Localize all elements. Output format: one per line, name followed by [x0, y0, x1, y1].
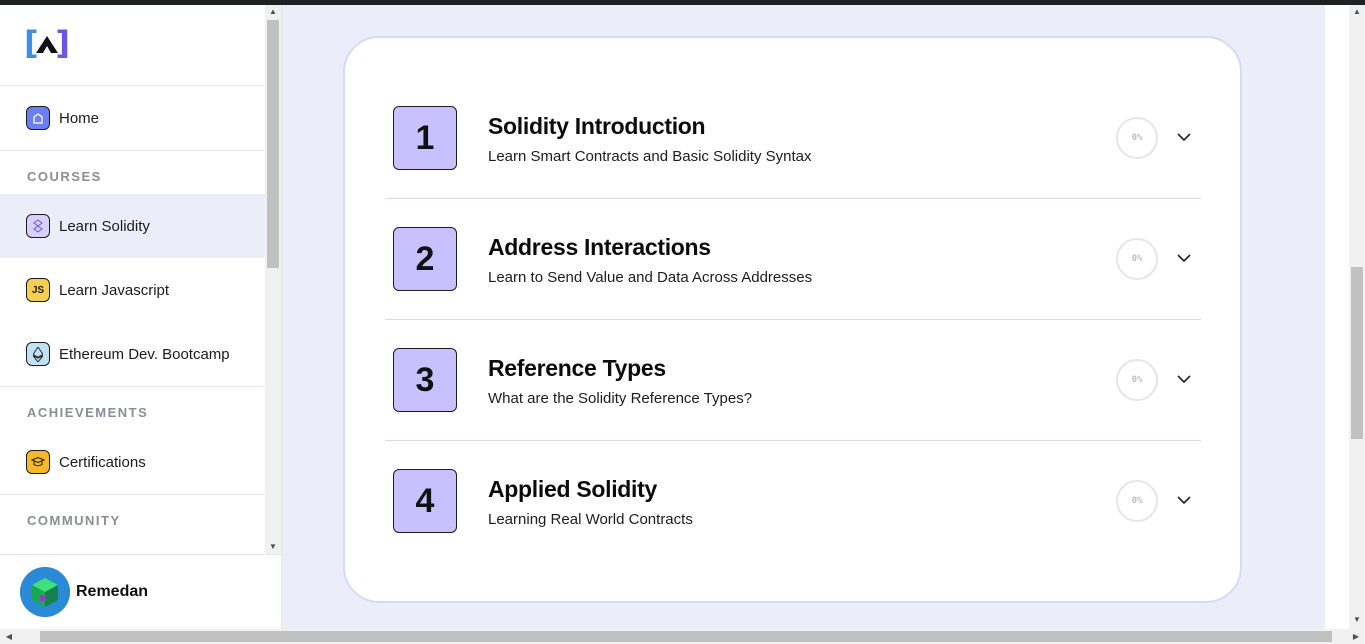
progress-indicator: 0% [1116, 359, 1158, 401]
javascript-icon: JS [26, 278, 50, 302]
scroll-down-icon[interactable]: ▼ [265, 540, 281, 554]
page-scrollbar-thumb[interactable] [1351, 267, 1363, 439]
logo-mark: [ ] [24, 24, 70, 62]
course-row-3[interactable]: 3 Reference Types What are the Solidity … [385, 320, 1201, 441]
certificate-icon [26, 450, 50, 474]
page-vertical-scrollbar[interactable]: ▲ ▼ [1349, 5, 1365, 629]
chevron-down-icon[interactable] [1175, 128, 1193, 146]
sidebar: [ ] Home COURSES Learn Solidity JS Learn… [0, 5, 282, 629]
logo[interactable]: [ ] [0, 5, 265, 86]
home-icon [26, 106, 50, 130]
scroll-up-icon[interactable]: ▲ [1349, 5, 1365, 19]
horizontal-scrollbar-thumb[interactable] [40, 631, 1332, 642]
course-row-1[interactable]: 1 Solidity Introduction Learn Smart Cont… [385, 78, 1201, 199]
sidebar-scrollbar[interactable]: ▲ ▼ [265, 5, 281, 554]
scroll-right-icon[interactable]: ▶ [1349, 629, 1363, 644]
sidebar-item-ethereum-bootcamp[interactable]: Ethereum Dev. Bootcamp [0, 322, 265, 386]
progress-indicator: 0% [1116, 117, 1158, 159]
sidebar-item-label: Ethereum Dev. Bootcamp [59, 345, 230, 363]
sidebar-item-label: Learn Solidity [59, 217, 150, 235]
course-number: 1 [393, 106, 457, 170]
sidebar-item-label: Learn Javascript [59, 281, 170, 299]
chevron-down-icon[interactable] [1175, 491, 1193, 509]
course-title: Solidity Introduction [488, 113, 706, 139]
progress-indicator: 0% [1116, 480, 1158, 522]
ethereum-icon [26, 342, 50, 366]
sidebar-item-label: Home [59, 109, 100, 127]
solidity-icon [26, 214, 50, 238]
page-right-gutter [1325, 5, 1349, 629]
course-subtitle: Learn Smart Contracts and Basic Solidity… [488, 148, 812, 165]
course-number: 2 [393, 227, 457, 291]
sidebar-item-label: Certifications [59, 453, 146, 471]
course-number: 3 [393, 348, 457, 412]
user-profile[interactable]: Remedan [0, 554, 281, 629]
section-label-achievements: ACHIEVEMENTS [27, 405, 149, 420]
sidebar-scroll-area: [ ] Home COURSES Learn Solidity JS Learn… [0, 5, 265, 554]
course-title: Reference Types [488, 355, 666, 381]
course-row-4[interactable]: 4 Applied Solidity Learning Real World C… [385, 441, 1201, 562]
course-title: Applied Solidity [488, 476, 657, 502]
sidebar-scrollbar-thumb[interactable] [267, 20, 279, 268]
sidebar-item-learn-solidity[interactable]: Learn Solidity [0, 194, 265, 258]
chevron-down-icon[interactable] [1175, 249, 1193, 267]
scroll-left-icon[interactable]: ◀ [2, 629, 16, 644]
sidebar-item-certifications[interactable]: Certifications [0, 430, 265, 494]
sidebar-item-home[interactable]: Home [0, 86, 265, 150]
scroll-down-icon[interactable]: ▼ [1349, 613, 1365, 627]
course-number: 4 [393, 469, 457, 533]
section-label-community: COMMUNITY [27, 513, 121, 528]
scroll-up-icon[interactable]: ▲ [265, 5, 281, 19]
course-subtitle: Learn to Send Value and Data Across Addr… [488, 269, 813, 286]
course-subtitle: Learning Real World Contracts [488, 511, 693, 528]
course-row-2[interactable]: 2 Address Interactions Learn to Send Val… [385, 199, 1201, 320]
avatar [20, 567, 70, 617]
chevron-down-icon[interactable] [1175, 370, 1193, 388]
course-title: Address Interactions [488, 234, 711, 260]
user-name: Remedan [76, 583, 149, 600]
sidebar-item-learn-javascript[interactable]: JS Learn Javascript [0, 258, 265, 322]
progress-indicator: 0% [1116, 238, 1158, 280]
section-label-courses: COURSES [27, 169, 102, 184]
course-subtitle: What are the Solidity Reference Types? [488, 390, 753, 407]
page-horizontal-scrollbar[interactable]: ◀ ▶ [0, 629, 1365, 644]
course-list-card: 1 Solidity Introduction Learn Smart Cont… [343, 36, 1242, 603]
